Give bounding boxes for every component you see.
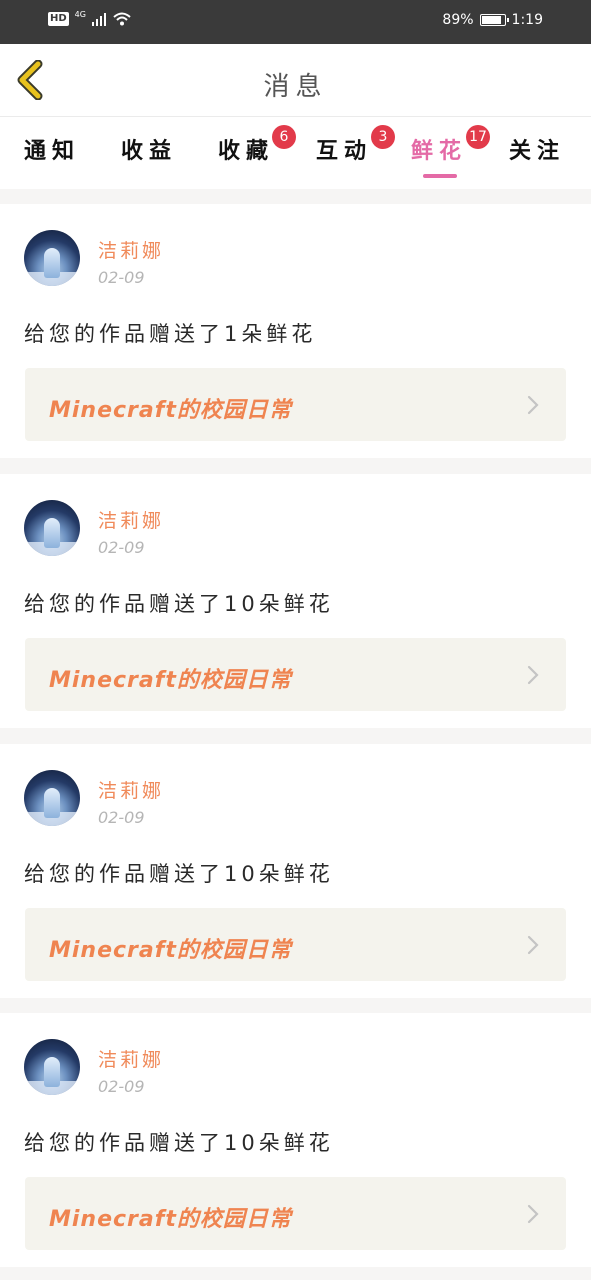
avatar[interactable] — [24, 230, 80, 286]
tab-label: 鲜花 — [411, 139, 468, 164]
work-link[interactable]: Minecraft的校园日常 — [25, 908, 566, 981]
tab-label: 通知 — [24, 139, 81, 164]
tab-label: 收藏 — [218, 139, 275, 164]
username[interactable]: 洁莉娜 — [98, 236, 164, 263]
username[interactable]: 洁莉娜 — [98, 506, 164, 533]
signal-icon — [91, 13, 106, 26]
tab-favorites[interactable]: 收藏 6 — [218, 125, 296, 165]
tab-label: 互动 — [316, 139, 373, 164]
message-text: 给您的作品赠送了10朵鲜花 — [24, 592, 334, 616]
clock: 1:19 — [511, 12, 543, 28]
tab-follows[interactable]: 关注 — [509, 133, 565, 165]
tab-earnings[interactable]: 收益 — [121, 133, 177, 165]
battery-fill — [481, 16, 501, 24]
avatar[interactable] — [24, 500, 80, 556]
tab-badge: 6 — [272, 125, 296, 149]
work-title: Minecraft的校园日常 — [49, 938, 292, 963]
avatar[interactable] — [24, 770, 80, 826]
tab-badge: 3 — [371, 125, 395, 149]
battery-icon — [479, 14, 509, 26]
message-date: 02-09 — [98, 538, 145, 557]
message-date: 02-09 — [98, 808, 145, 827]
work-link[interactable]: Minecraft的校园日常 — [25, 638, 566, 711]
active-tab-indicator — [423, 174, 457, 178]
nav-bar: 消息 — [0, 44, 591, 117]
tab-label: 关注 — [509, 139, 566, 164]
work-link[interactable]: Minecraft的校园日常 — [25, 1177, 566, 1250]
message-card: 洁莉娜 02-09 给您的作品赠送了1朵鲜花 Minecraft的校园日常 — [0, 204, 591, 458]
message-date: 02-09 — [98, 268, 145, 287]
message-card: 洁莉娜 02-09 给您的作品赠送了10朵鲜花 Minecraft的校园日常 — [0, 474, 591, 728]
page-title: 消息 — [263, 72, 328, 102]
chevron-right-icon — [527, 1204, 539, 1224]
work-link[interactable]: Minecraft的校园日常 — [25, 368, 566, 441]
username[interactable]: 洁莉娜 — [98, 1045, 164, 1072]
chevron-right-icon — [527, 665, 539, 685]
status-left: HD 4G — [48, 9, 132, 27]
tab-notifications[interactable]: 通知 — [24, 133, 80, 165]
message-text: 给您的作品赠送了10朵鲜花 — [24, 862, 334, 886]
tab-bar: 通知 收益 收藏 6 互动 3 鲜花 17 关注 — [0, 117, 591, 189]
hd-indicator: HD — [48, 12, 69, 26]
tab-flowers[interactable]: 鲜花 17 — [411, 125, 490, 165]
work-title: Minecraft的校园日常 — [49, 1207, 292, 1232]
message-text: 给您的作品赠送了1朵鲜花 — [24, 322, 317, 346]
status-right: 89% 1:19 — [442, 12, 543, 28]
battery-percent: 89% — [442, 12, 474, 28]
message-date: 02-09 — [98, 1077, 145, 1096]
avatar[interactable] — [24, 1039, 80, 1095]
message-card: 洁莉娜 02-09 给您的作品赠送了10朵鲜花 Minecraft的校园日常 — [0, 744, 591, 998]
message-card: 洁莉娜 02-09 给您的作品赠送了10朵鲜花 Minecraft的校园日常 — [0, 1013, 591, 1267]
chevron-right-icon — [527, 935, 539, 955]
tab-badge: 17 — [466, 125, 490, 149]
chevron-right-icon — [527, 395, 539, 415]
tab-interactions[interactable]: 互动 3 — [316, 125, 395, 165]
username[interactable]: 洁莉娜 — [98, 776, 164, 803]
work-title: Minecraft的校园日常 — [49, 668, 292, 693]
status-bar: HD 4G 89% 1:19 — [0, 0, 591, 44]
tab-label: 收益 — [121, 139, 178, 164]
work-title: Minecraft的校园日常 — [49, 398, 292, 423]
network-type: 4G — [74, 9, 86, 19]
message-text: 给您的作品赠送了10朵鲜花 — [24, 1131, 334, 1155]
wifi-icon — [113, 12, 131, 26]
